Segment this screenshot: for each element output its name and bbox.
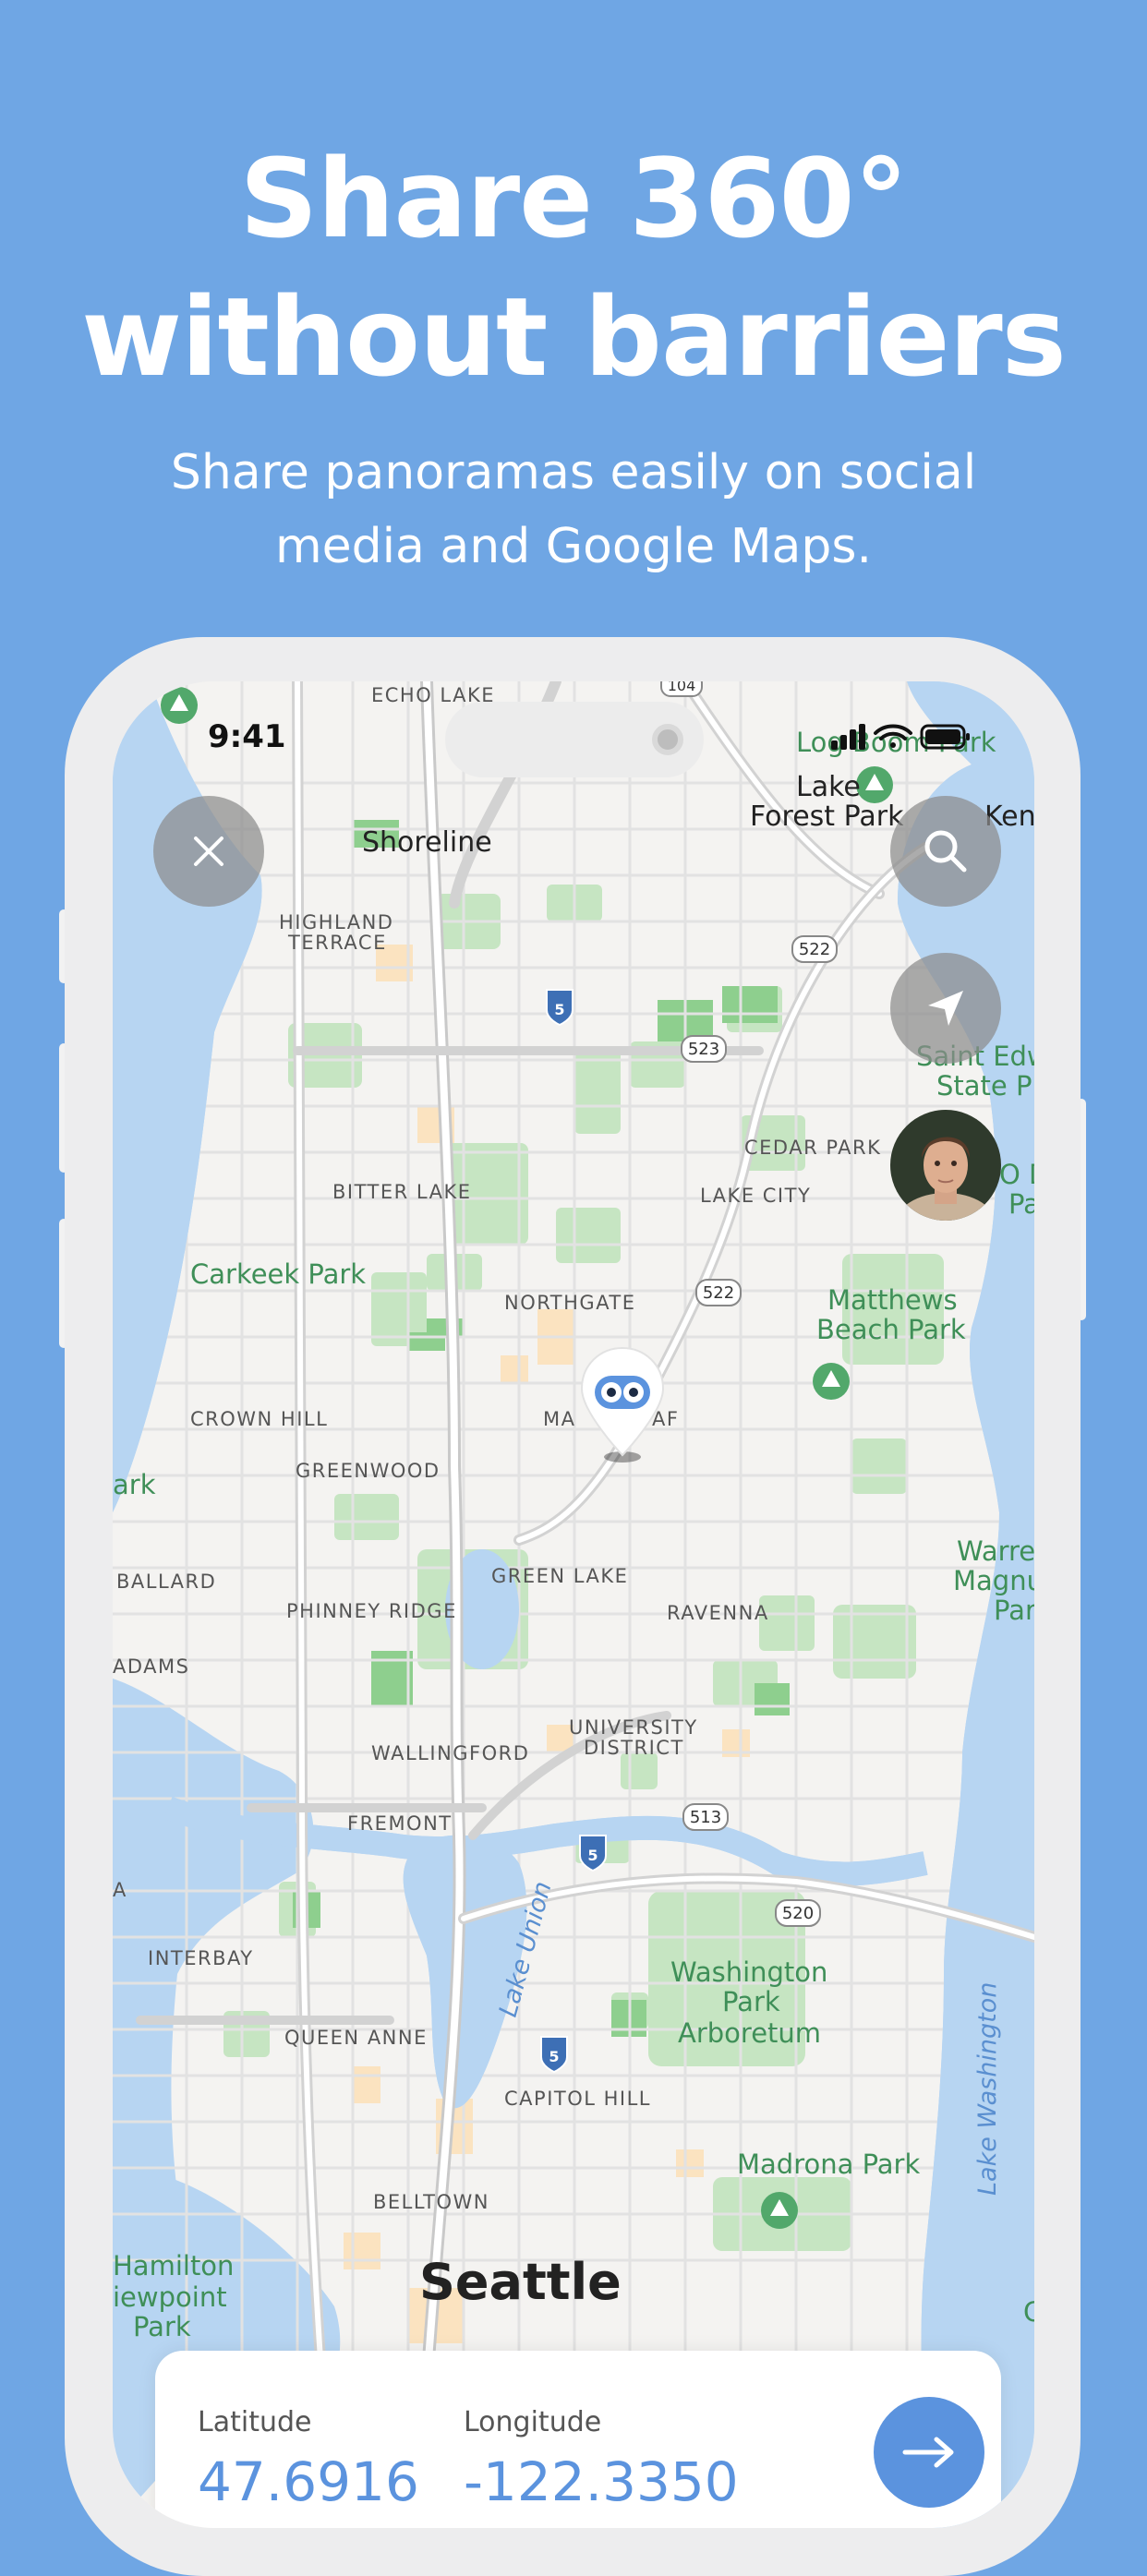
park-marker-icon bbox=[813, 1363, 850, 1400]
latitude-value: 47.6916 bbox=[198, 2450, 419, 2513]
svg-text:HIGHLAND: HIGHLAND bbox=[279, 911, 393, 933]
svg-text:Arboretum: Arboretum bbox=[678, 2017, 821, 2049]
route-shield-i5-c: 5 bbox=[540, 2036, 568, 2074]
longitude-value: -122.3350 bbox=[464, 2450, 739, 2513]
park-marker-icon bbox=[856, 766, 893, 803]
status-time: 9:41 bbox=[208, 718, 286, 755]
cellular-signal-icon bbox=[831, 724, 865, 750]
svg-text:Warre: Warre bbox=[957, 1535, 1034, 1567]
svg-text:RAVENNA: RAVENNA bbox=[667, 1602, 769, 1624]
park-marker-icon bbox=[761, 2192, 798, 2229]
camera-icon bbox=[652, 724, 683, 755]
svg-text:A: A bbox=[113, 1879, 127, 1901]
park-marker-icon bbox=[161, 687, 198, 724]
arrow-right-icon bbox=[902, 2437, 954, 2468]
svg-text:Forest Park: Forest Park bbox=[750, 800, 904, 833]
svg-text:NORTHGATE: NORTHGATE bbox=[504, 1292, 636, 1314]
svg-text:GREENWOOD: GREENWOOD bbox=[296, 1460, 441, 1482]
svg-text:FREMONT: FREMONT bbox=[347, 1812, 453, 1835]
svg-text:DISTRICT: DISTRICT bbox=[584, 1737, 684, 1759]
svg-text:Lake: Lake bbox=[796, 771, 861, 803]
svg-text:CAPITOL HILL: CAPITOL HILL bbox=[504, 2088, 651, 2110]
svg-text:5: 5 bbox=[587, 1847, 598, 1864]
svg-text:BELLTOWN: BELLTOWN bbox=[373, 2191, 489, 2213]
route-shield-523: 523 bbox=[681, 1035, 727, 1063]
svg-text:TERRACE: TERRACE bbox=[287, 932, 387, 954]
svg-text:522: 522 bbox=[799, 940, 830, 959]
close-button[interactable] bbox=[153, 796, 264, 907]
svg-text:Hamilton: Hamilton bbox=[113, 2250, 234, 2281]
svg-text:LAKE CITY: LAKE CITY bbox=[700, 1185, 811, 1207]
svg-text:CROWN HILL: CROWN HILL bbox=[190, 1408, 328, 1430]
battery-icon bbox=[920, 724, 970, 750]
svg-text:O D: O D bbox=[999, 1159, 1034, 1190]
svg-text:Park: Park bbox=[133, 2311, 191, 2342]
avatar[interactable] bbox=[890, 1110, 1001, 1221]
next-button[interactable] bbox=[874, 2397, 984, 2508]
svg-text:QUEEN ANNE: QUEEN ANNE bbox=[284, 2027, 428, 2049]
latitude-label: Latitude bbox=[198, 2406, 312, 2438]
svg-text:GREEN LAKE: GREEN LAKE bbox=[491, 1565, 628, 1587]
owl-logo-icon bbox=[595, 1376, 650, 1409]
svg-text:iewpoint: iewpoint bbox=[113, 2281, 227, 2313]
svg-text:5: 5 bbox=[549, 2048, 559, 2065]
route-shield-520: 520 bbox=[775, 1899, 821, 1927]
status-icons bbox=[831, 722, 970, 757]
wifi-icon bbox=[874, 724, 912, 748]
svg-text:Carkeek Park: Carkeek Park bbox=[190, 1258, 366, 1290]
promo-subhead: Share panoramas easily on social media a… bbox=[0, 436, 1147, 584]
location-arrow-icon bbox=[928, 991, 963, 1026]
subhead-line-2: media and Google Maps. bbox=[274, 519, 873, 574]
subhead-line-1: Share panoramas easily on social bbox=[170, 445, 977, 500]
headline-line-1: Share 360° bbox=[239, 135, 908, 262]
lake-washington-label: Lake Washington bbox=[973, 1982, 1002, 2196]
svg-text:WALLINGFORD: WALLINGFORD bbox=[371, 1742, 529, 1764]
route-shield-i5-b: 5 bbox=[579, 1835, 607, 1872]
map-pin[interactable] bbox=[576, 1344, 669, 1468]
svg-text:520: 520 bbox=[782, 1904, 814, 1923]
svg-text:5: 5 bbox=[554, 1001, 564, 1018]
svg-text:Pa: Pa bbox=[1008, 1188, 1034, 1220]
route-shield-104: 104 bbox=[660, 681, 703, 697]
svg-text:BITTER LAKE: BITTER LAKE bbox=[332, 1181, 472, 1203]
phone-screen: 5 5 5 104 522 522 523 513 520 ECHO LAKE … bbox=[113, 681, 1034, 2528]
svg-text:C: C bbox=[1023, 2296, 1034, 2328]
svg-text:104: 104 bbox=[668, 681, 696, 694]
svg-text:Madrona Park: Madrona Park bbox=[737, 2149, 920, 2180]
svg-text:Magnu: Magnu bbox=[953, 1565, 1034, 1596]
svg-text:State P: State P bbox=[936, 1070, 1032, 1101]
svg-text:Shoreline: Shoreline bbox=[362, 826, 492, 859]
svg-text:Park: Park bbox=[722, 1986, 780, 2017]
svg-text:CEDAR PARK: CEDAR PARK bbox=[744, 1137, 881, 1159]
route-shield-i5-a: 5 bbox=[546, 989, 574, 1027]
seattle-label: Seattle bbox=[419, 2253, 622, 2311]
map-view[interactable]: 5 5 5 104 522 522 523 513 520 ECHO LAKE … bbox=[113, 681, 1034, 2528]
search-button[interactable] bbox=[890, 796, 1001, 907]
route-shield-522-a: 522 bbox=[791, 935, 838, 963]
svg-text:MA: MA bbox=[543, 1408, 575, 1430]
locate-button[interactable] bbox=[890, 953, 1001, 1064]
svg-text:ark: ark bbox=[113, 1469, 156, 1500]
route-shield-522-b: 522 bbox=[695, 1279, 742, 1306]
svg-text:513: 513 bbox=[690, 1808, 721, 1827]
svg-text:523: 523 bbox=[688, 1040, 719, 1059]
svg-text:PHINNEY RIDGE: PHINNEY RIDGE bbox=[286, 1600, 457, 1622]
dynamic-island bbox=[445, 702, 704, 777]
route-shield-513: 513 bbox=[682, 1803, 729, 1831]
svg-text:BALLARD: BALLARD bbox=[116, 1571, 216, 1593]
svg-text:INTERBAY: INTERBAY bbox=[148, 1947, 254, 1969]
svg-text:ADAMS: ADAMS bbox=[113, 1655, 189, 1678]
svg-text:Par: Par bbox=[994, 1595, 1034, 1626]
svg-text:UNIVERSITY: UNIVERSITY bbox=[569, 1716, 698, 1739]
longitude-label: Longitude bbox=[464, 2406, 602, 2438]
svg-text:Beach Park: Beach Park bbox=[816, 1314, 966, 1345]
svg-text:Washington: Washington bbox=[670, 1956, 827, 1988]
headline-line-2: without barriers bbox=[81, 273, 1067, 401]
search-icon bbox=[924, 830, 967, 873]
svg-text:522: 522 bbox=[703, 1283, 734, 1303]
close-icon bbox=[194, 837, 223, 866]
svg-text:Matthews: Matthews bbox=[827, 1284, 958, 1316]
promo-headline: Share 360° without barriers bbox=[0, 129, 1147, 406]
